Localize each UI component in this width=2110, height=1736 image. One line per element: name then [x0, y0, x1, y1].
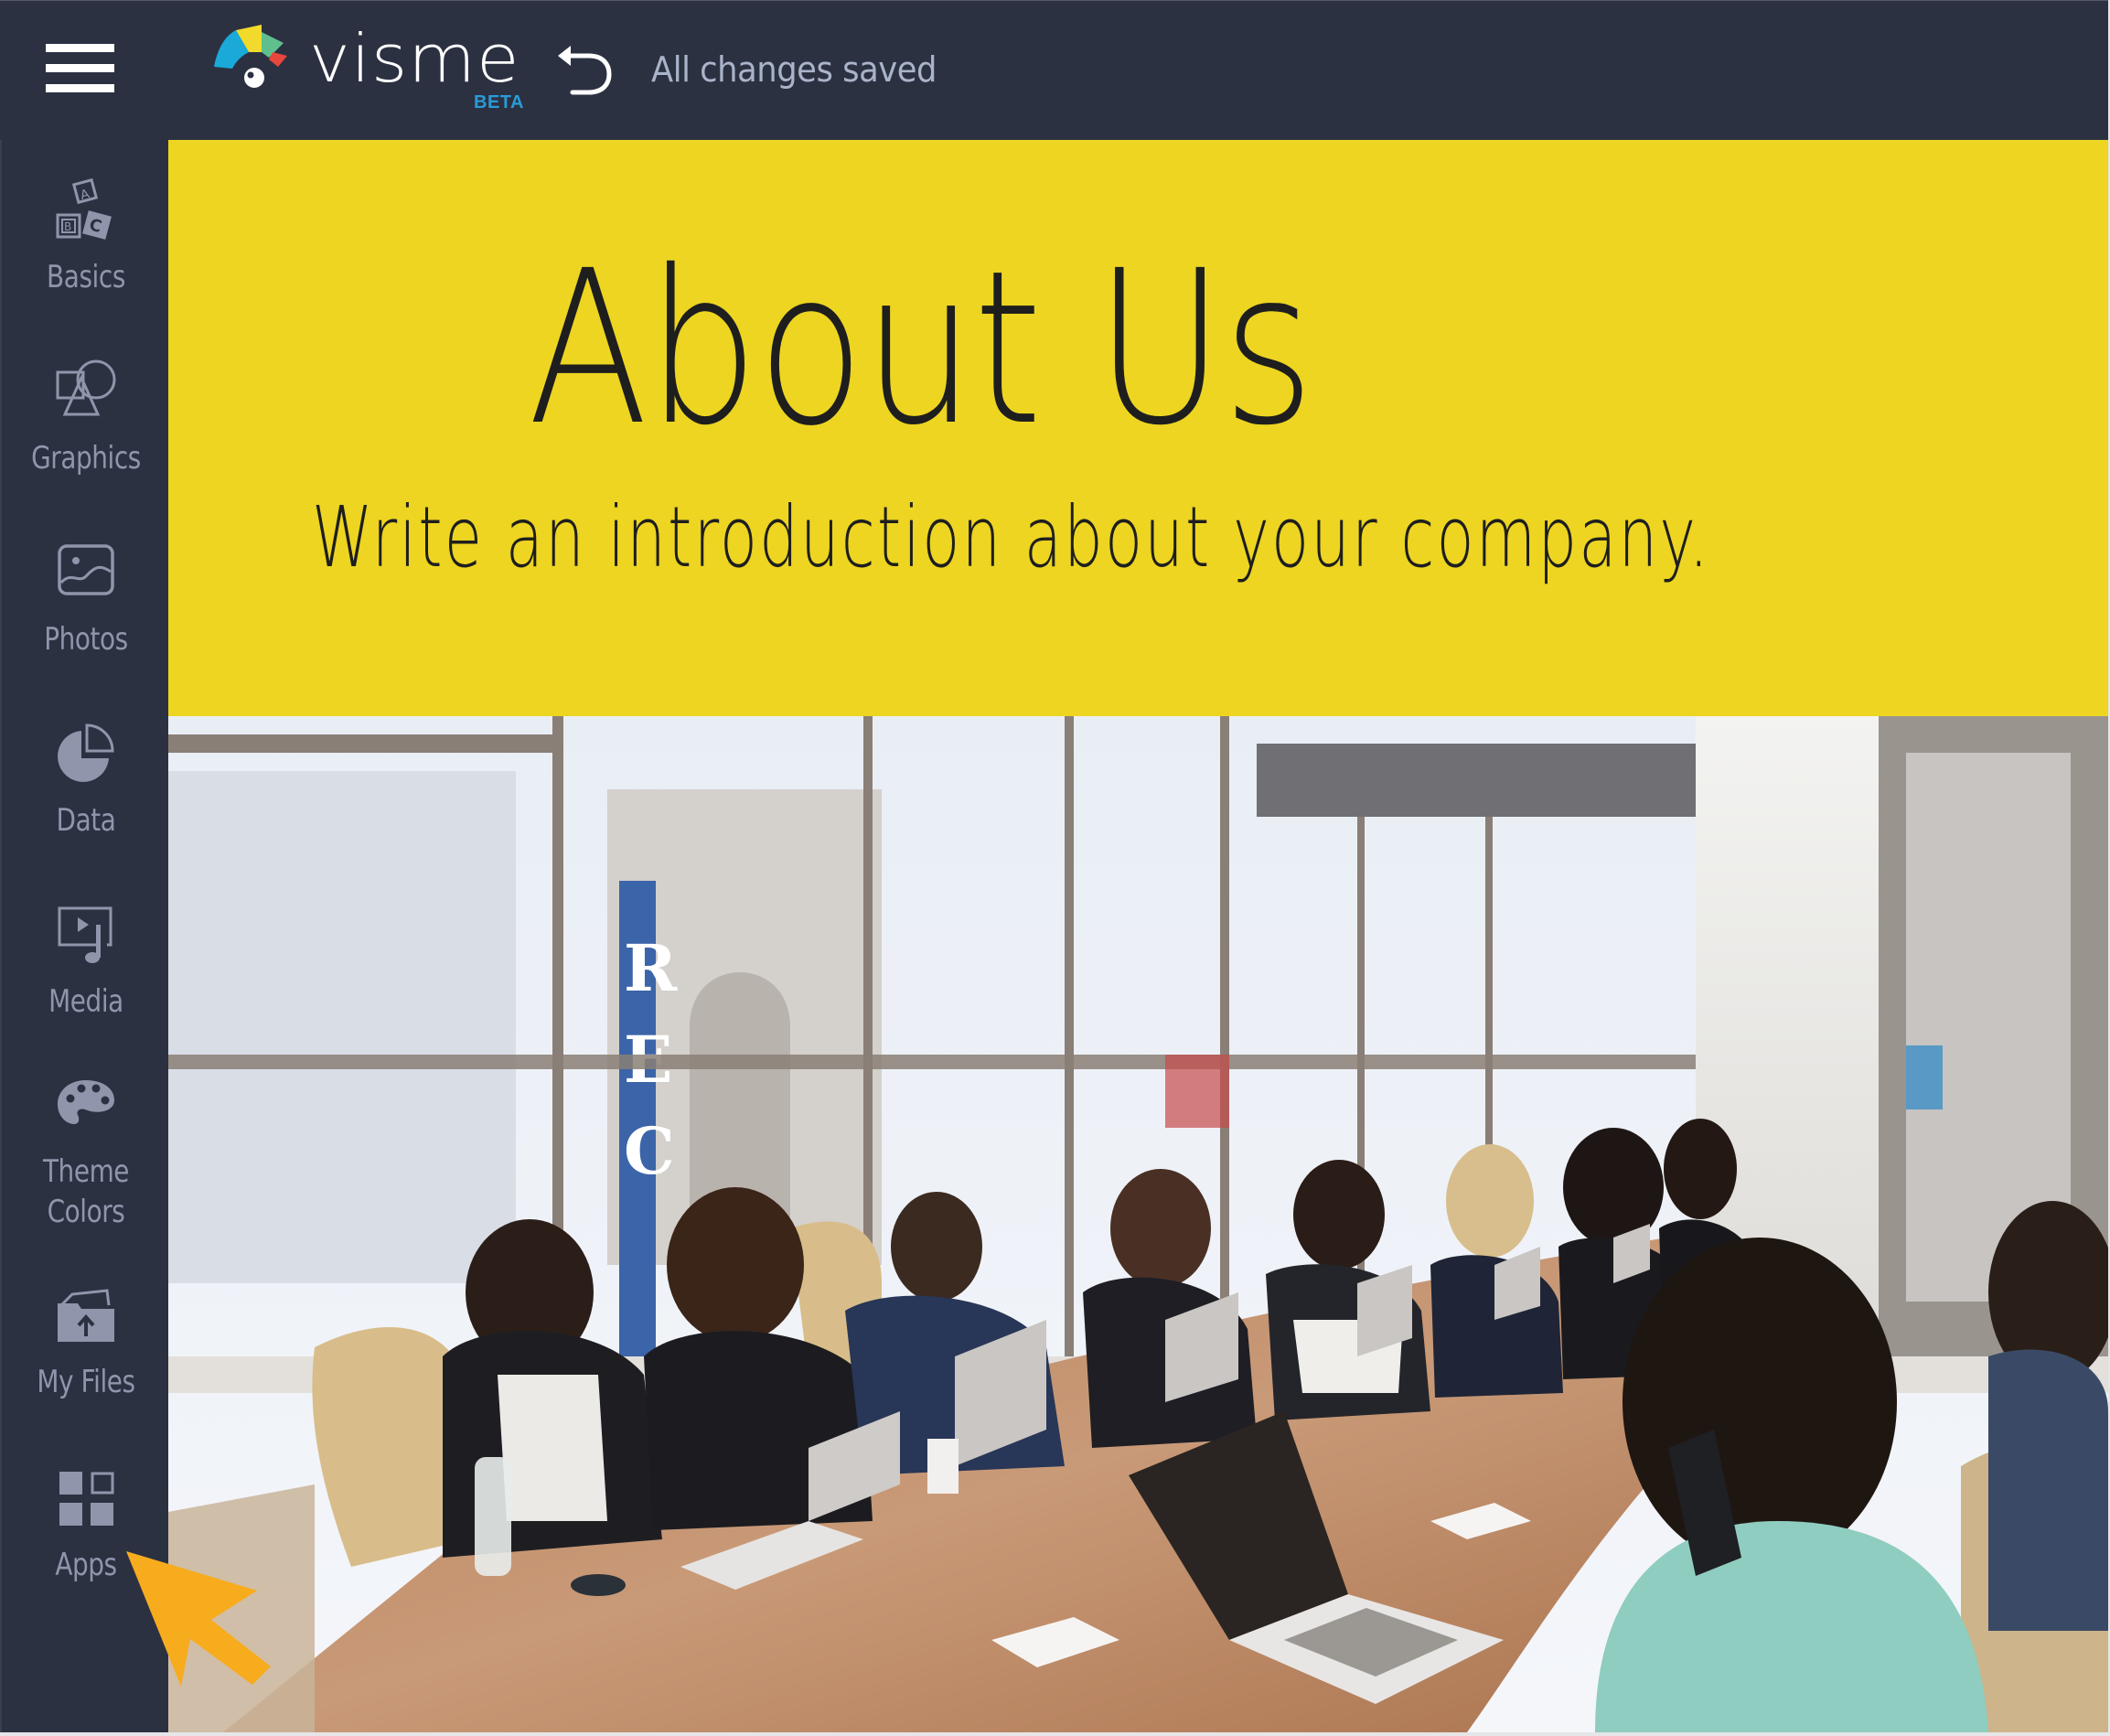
beta-badge: BETA [474, 92, 524, 113]
page-title[interactable]: About Us [528, 230, 1314, 467]
meeting-photo[interactable]: R E C [168, 716, 2108, 1732]
visme-wordmark: visme [309, 20, 520, 97]
sidebar: A B C Basics Graphics Photos Data Media … [0, 140, 168, 1732]
sidebar-item-photos[interactable]: Photos [2, 541, 170, 658]
svg-text:B: B [64, 220, 71, 233]
sidebar-item-my-files[interactable]: My Files [2, 1283, 170, 1400]
sidebar-item-basics[interactable]: A B C Basics [2, 178, 170, 295]
sidebar-item-label: Basics [47, 259, 125, 295]
sidebar-item-label: Media [48, 983, 123, 1020]
top-bar: visme BETA All changes saved [0, 0, 2108, 140]
save-status: All changes saved [651, 49, 937, 90]
sidebar-item-label: Graphics [31, 440, 141, 477]
image-icon [58, 544, 114, 595]
undo-icon[interactable] [556, 43, 615, 98]
sidebar-item-theme-colors[interactable]: Theme Colors [2, 1075, 170, 1230]
hamburger-bar [46, 64, 114, 72]
apps-grid-icon [59, 1472, 114, 1526]
sidebar-item-label: My Files [37, 1364, 135, 1400]
sidebar-item-label: Apps [55, 1547, 117, 1583]
media-icon [58, 906, 112, 963]
sidebar-item-apps[interactable]: Apps [2, 1466, 170, 1583]
image-border-bottom [0, 1732, 2110, 1736]
shapes-icon [56, 359, 116, 416]
sidebar-item-label: Data [56, 802, 116, 839]
sidebar-item-data[interactable]: Data [2, 722, 170, 839]
sidebar-item-label: Colors [47, 1194, 125, 1230]
palette-icon [58, 1080, 114, 1124]
visme-logo-mark-icon [214, 25, 287, 88]
sidebar-item-media[interactable]: Media [2, 903, 170, 1020]
hamburger-icon[interactable] [44, 41, 117, 94]
hamburger-bar [46, 44, 114, 52]
sidebar-item-graphics[interactable]: Graphics [2, 359, 170, 477]
pie-chart-icon [58, 723, 114, 782]
upload-folder-icon [58, 1289, 114, 1342]
visme-logo[interactable]: visme BETA [209, 20, 538, 116]
about-banner[interactable]: About Us Write an introduction about you… [168, 140, 2108, 716]
meeting-photo-illustration: R E C [168, 716, 2108, 1732]
svg-text:C: C [624, 1113, 675, 1189]
design-canvas[interactable]: About Us Write an introduction about you… [168, 140, 2108, 1732]
window-sign-text: R [624, 930, 678, 1006]
abc-blocks-icon: A B C [56, 178, 112, 240]
hamburger-bar [46, 84, 114, 92]
visme-editor: visme BETA All changes saved A B C Basic… [0, 0, 2108, 1732]
sidebar-item-label: Photos [44, 621, 128, 658]
sidebar-item-label: Theme [42, 1153, 130, 1190]
intro-text[interactable]: Write an introduction about your company… [312, 488, 1710, 588]
